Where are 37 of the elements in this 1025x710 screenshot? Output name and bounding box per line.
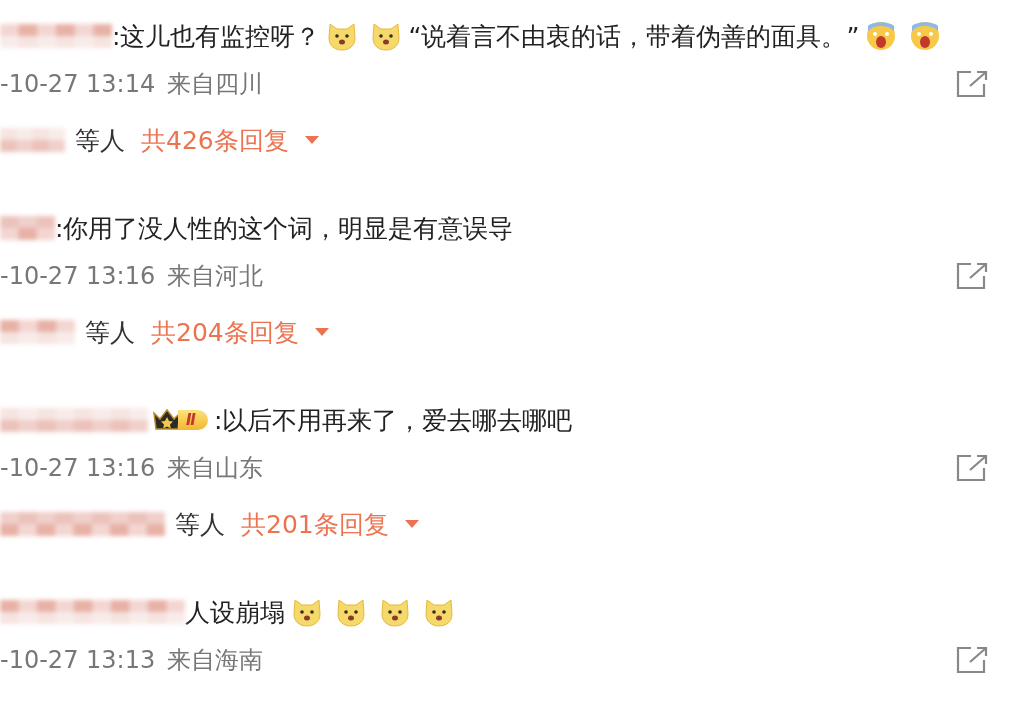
share-icon[interactable] [955, 453, 989, 483]
comment-text: “说着言不由衷的话，带着伪善的面具。” [408, 20, 860, 53]
reply-users-text: 等人 [75, 124, 125, 157]
comment-location: 来自海南 [167, 645, 264, 676]
caret-icon[interactable] [402, 518, 421, 530]
comment-time: -10-27 13:13 [0, 646, 156, 674]
share-icon[interactable] [955, 69, 989, 99]
comment-location: 来自河北 [167, 261, 264, 292]
reply-count-link[interactable]: 共201条回复 [241, 507, 389, 541]
comment-text: :这儿也有监控呀？ [112, 20, 321, 53]
dog-emoji-icon [370, 20, 403, 52]
reply-users-text: 等人 [175, 508, 225, 541]
dog-emoji-icon [423, 596, 455, 628]
dog-emoji-icon [291, 596, 323, 628]
scream-emoji-icon [865, 20, 898, 52]
blurred-name [0, 216, 55, 240]
comment-time: -10-27 13:16 [0, 262, 156, 290]
vip-badge: Ⅱ [152, 407, 208, 433]
comment-text: :以后不用再来了，爱去哪去哪吧 [213, 404, 573, 437]
dog-emoji-icon [326, 20, 359, 52]
scream-emoji-icon [909, 20, 942, 52]
reply-users-text: 等人 [85, 316, 135, 349]
comment-time: -10-27 13:14 [0, 70, 156, 98]
comment-location: 来自四川 [167, 69, 264, 100]
dog-emoji-icon [379, 596, 411, 628]
caret-icon[interactable] [312, 326, 331, 338]
share-icon[interactable] [955, 645, 989, 675]
reply-count-link[interactable]: 共204条回复 [151, 315, 299, 349]
share-icon[interactable] [955, 261, 989, 291]
dog-emoji-icon [335, 596, 367, 628]
blurred-name [0, 128, 65, 152]
comment-text: 人设崩塌 [185, 596, 285, 629]
comment-time: -10-27 13:16 [0, 454, 156, 482]
reply-count-link[interactable]: 共426条回复 [141, 123, 289, 157]
caret-icon[interactable] [302, 134, 321, 146]
comment-text: :你用了没人性的这个词，明显是有意误导 [55, 212, 514, 245]
comment-location: 来自山东 [167, 453, 264, 484]
